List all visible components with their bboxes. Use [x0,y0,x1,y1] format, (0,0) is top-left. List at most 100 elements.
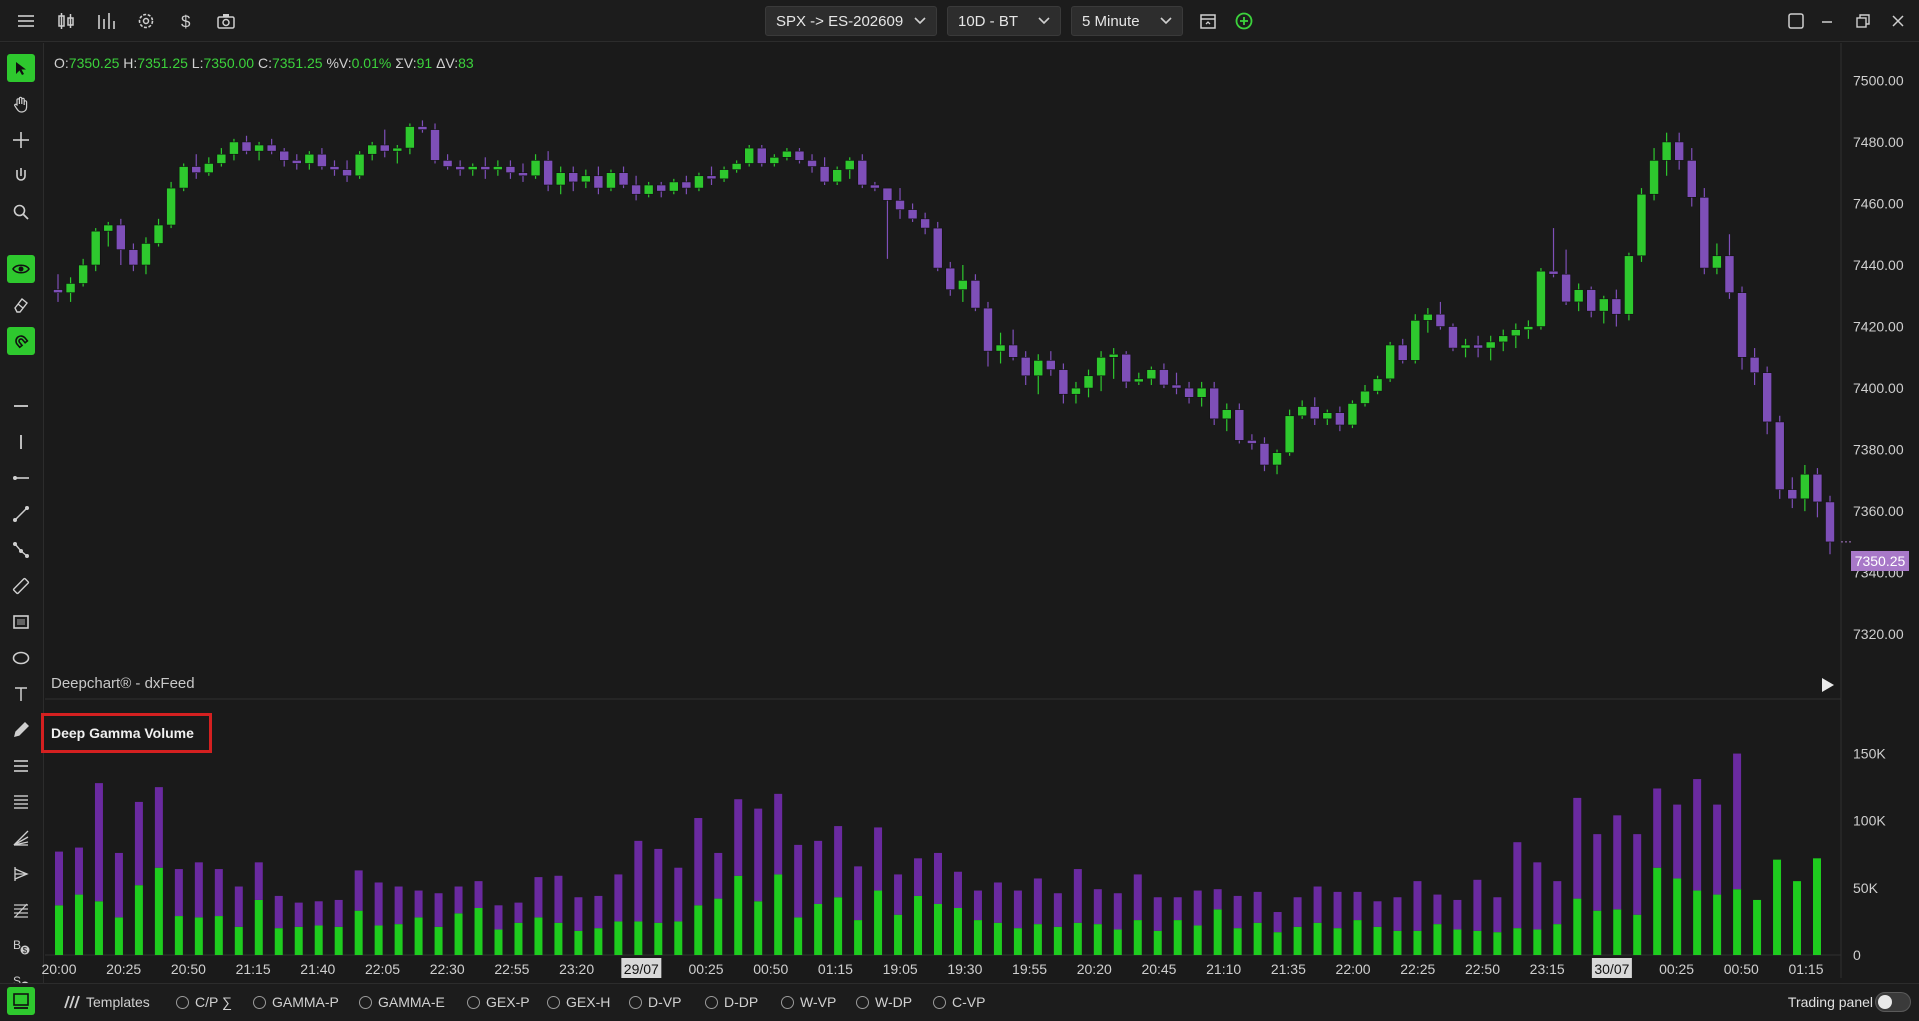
candle-body [870,184,880,189]
volume-bar-up [314,925,323,955]
candle-body [1259,443,1270,466]
volume-bar-down [1333,891,1342,929]
time-axis-label: 22:50 [1465,961,1500,977]
volume-bar-down [394,886,403,925]
template-radio-5[interactable]: D-VP [629,994,681,1010]
volume-bar-down [214,869,223,917]
volume-panel-title[interactable]: Deep Gamma Volume [41,713,212,753]
template-radio-1[interactable]: GAMMA-P [253,994,339,1010]
close-value: 7351.25 [271,55,323,71]
template-radio-0[interactable]: C/P ∑ [176,994,232,1010]
time-axis-label: 22:30 [430,961,465,977]
volume-bar-up [1153,930,1162,955]
candle-body [354,153,365,177]
candle-body [970,280,981,309]
template-radio-6[interactable]: D-DP [705,994,758,1010]
volume-bar-up [1273,932,1282,955]
volume-bar-up [414,917,423,955]
volume-bar-up [1753,899,1762,955]
volume-bar-up [1373,926,1382,955]
volume-bar-up [1713,894,1722,955]
close-label: C: [257,55,272,71]
monitor-icon [13,993,29,1009]
volume-bar-down [714,852,723,899]
volume-bar-down [854,866,863,921]
candle-body [1523,326,1534,330]
candle-body [1423,313,1433,321]
volume-bar-up [1173,920,1182,955]
template-radio-8[interactable]: W-DP [856,994,912,1010]
candle-body [1485,341,1496,349]
template-label: W-VP [800,994,837,1010]
candle-body [731,163,742,170]
volume-bar-up [1773,859,1782,955]
volume-bar-down [1153,897,1162,931]
volume-bar-up [214,916,223,955]
template-radio-7[interactable]: W-VP [781,994,836,1010]
candle-body [706,175,717,180]
template-radio-3[interactable]: GEX-P [467,994,530,1010]
volume-bar-up [1073,922,1082,955]
volume-bar-up [794,917,803,955]
volume-bar-down [414,890,423,918]
candle-body [1347,403,1358,426]
volume-bar-down [634,840,643,922]
volume-bar-up [1353,920,1362,955]
candle-body [744,147,755,164]
volume-bar-up [973,920,982,955]
volume-bar-down [554,875,563,923]
chart-canvas[interactable]: 7500.00 7480.00 7460.00 7440.00 7420.00 7400.… [0,0,1919,983]
volume-bar-down [1413,881,1422,931]
template-radio-4[interactable]: GEX-H [547,994,610,1010]
candle-body [1573,289,1584,303]
candle-body [1272,452,1282,466]
volume-bar-up [1033,924,1042,955]
template-label: W-DP [875,994,913,1010]
candle-body [782,150,792,158]
candle-body [1498,335,1509,343]
candle-body [1133,378,1144,383]
volume-bar-up [534,917,543,955]
volume-bar-up [1693,890,1702,955]
volume-bar-up [634,921,643,955]
volume-bar-down [914,858,923,896]
candle-body [1108,353,1119,358]
candle-body [1058,369,1069,395]
candle-body [1297,406,1307,417]
volume-bar-down [734,799,743,876]
volume-bar-up [714,898,723,955]
volume-bar-up [514,922,523,955]
sum-volume-label: ΣV: [395,55,417,71]
time-axis-label: 21:10 [1206,961,1241,977]
volume-bar-down [654,848,663,923]
volume-bar-down [55,851,63,906]
volume-bar-up [1793,881,1802,955]
volume-bar-up [74,894,83,955]
candle-body [656,184,667,192]
template-radio-2[interactable]: GAMMA-E [359,994,445,1010]
volume-bar-down [1053,893,1062,927]
templates-button[interactable]: Templates [62,994,150,1010]
candle-body [1737,292,1747,358]
candle-body [1196,387,1207,398]
play-button[interactable] [1818,675,1838,695]
volume-bar-up [194,917,203,955]
volume-bar-down [674,867,683,922]
volume-bar-down [94,783,103,902]
candle-body [719,169,729,180]
price-axis-label: 7380.00 [1853,442,1904,458]
candle-body [90,230,101,266]
volume-bar-up [953,908,962,955]
candle-body [1045,360,1056,370]
trading-panel-toggle[interactable] [1875,992,1911,1012]
volume-bar-up [334,926,343,955]
candle-body [1033,360,1044,377]
volume-bar-up [1573,898,1582,955]
panel-toggle-button[interactable] [7,987,35,1015]
volume-bar-down [1253,891,1262,923]
candle-body [807,160,817,167]
time-axis-label: 30/07 [1594,961,1629,977]
volume-bar-up [234,926,243,955]
template-radio-9[interactable]: C-VP [933,994,985,1010]
volume-bar-down [1613,815,1622,910]
